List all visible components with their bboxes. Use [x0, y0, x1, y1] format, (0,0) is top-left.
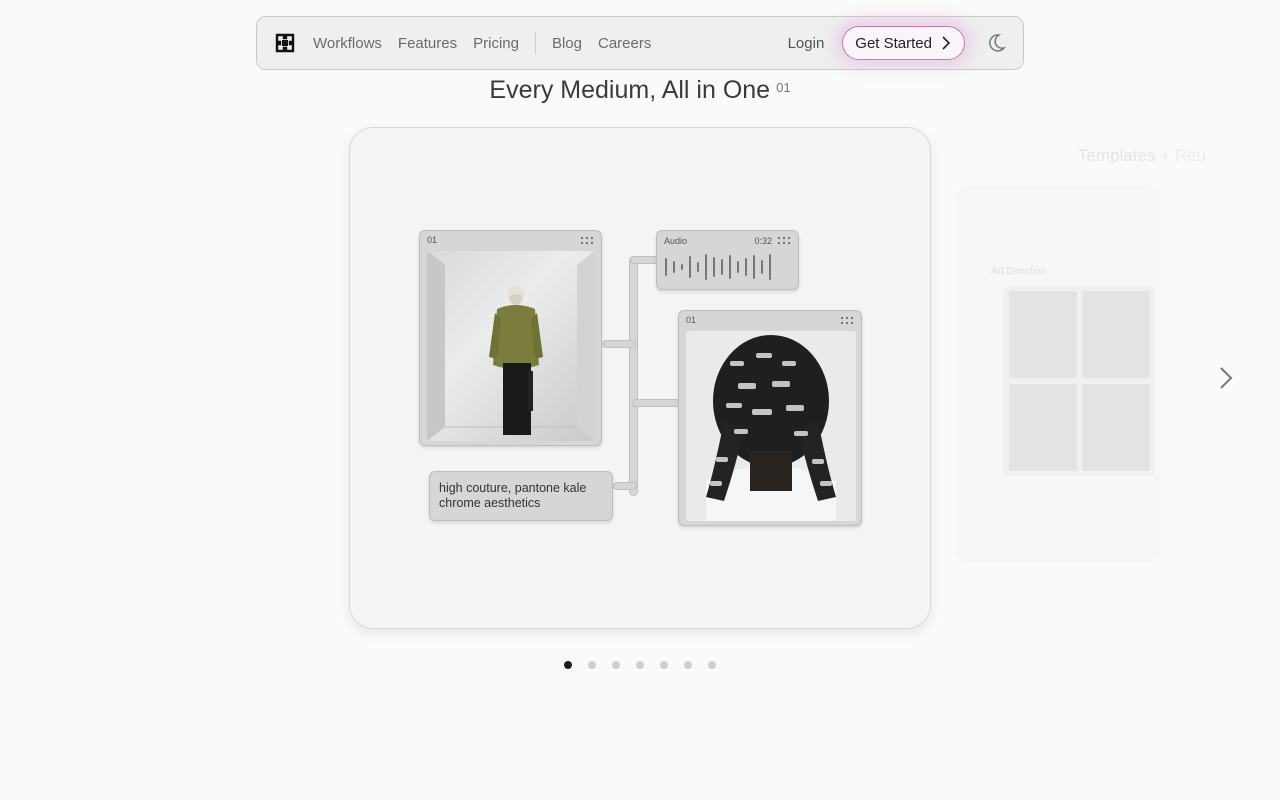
connector-from-image — [602, 340, 636, 348]
drag-handle-icon[interactable] — [581, 237, 593, 245]
pagination-dot[interactable] — [684, 661, 692, 669]
audio-label: Audio — [664, 236, 688, 246]
nav-link-careers[interactable]: Careers — [598, 35, 651, 52]
nav-link-features[interactable]: Features — [398, 35, 457, 52]
nav-link-workflows[interactable]: Workflows — [313, 35, 382, 52]
nav-divider — [534, 32, 536, 54]
fashion-model-image — [427, 251, 595, 441]
image-tile[interactable]: 01 — [419, 230, 602, 446]
nav-link-blog[interactable]: Blog — [552, 35, 582, 52]
next-slide-title: Templates + Reu — [1078, 146, 1206, 166]
pagination-dot[interactable] — [708, 661, 716, 669]
section-title-text: Every Medium, All in One — [489, 76, 771, 104]
pagination-dot[interactable] — [564, 661, 572, 669]
workflow-card: 01 Audio 0:32 01 high couture, pantone k… — [349, 127, 931, 629]
audio-duration: 0:32 — [754, 236, 772, 246]
braided-hair-image — [686, 331, 856, 521]
art-direction-tag: Art Direction — [991, 266, 1047, 277]
pagination-dot[interactable] — [588, 661, 596, 669]
next-slide-title-extra: + Reu — [1160, 146, 1207, 165]
braids-image-tile[interactable]: 01 — [678, 310, 862, 526]
top-nav: Workflows Features Pricing Blog Careers … — [256, 16, 1024, 70]
next-slide-title-text: Templates — [1078, 146, 1156, 165]
preview-image — [1082, 384, 1150, 471]
moon-icon[interactable] — [985, 32, 1007, 54]
pagination-dot[interactable] — [660, 661, 668, 669]
preview-image — [1009, 291, 1077, 378]
tile-number: 01 — [427, 235, 438, 245]
prompt-text: high couture, pantone kale chrome aesthe… — [439, 481, 587, 510]
chevron-right-icon — [942, 36, 951, 50]
connector-to-braids — [632, 399, 682, 407]
get-started-button[interactable]: Get Started — [842, 26, 965, 60]
nav-link-pricing[interactable]: Pricing — [473, 35, 519, 52]
get-started-label: Get Started — [855, 34, 932, 52]
section-index: 01 — [776, 80, 791, 95]
login-link[interactable]: Login — [788, 35, 825, 52]
connector-from-prompt — [613, 482, 637, 490]
preview-image — [1082, 291, 1150, 378]
connector-vertical — [629, 256, 638, 496]
chevron-right-icon[interactable] — [1214, 364, 1238, 392]
tile-number: 01 — [686, 315, 697, 325]
section-title: Every Medium, All in One 01 — [0, 76, 1280, 105]
preview-image — [1009, 384, 1077, 471]
audio-tile[interactable]: Audio 0:32 — [656, 230, 799, 290]
pagination-dot[interactable] — [636, 661, 644, 669]
drag-handle-icon[interactable] — [841, 317, 853, 325]
drag-handle-icon[interactable] — [778, 237, 790, 245]
pagination-dot[interactable] — [612, 661, 620, 669]
audio-waveform — [665, 253, 777, 281]
carousel-pagination — [564, 661, 732, 669]
puzzle-logo-icon[interactable] — [273, 31, 297, 55]
prompt-tile[interactable]: high couture, pantone kale chrome aesthe… — [429, 471, 613, 521]
